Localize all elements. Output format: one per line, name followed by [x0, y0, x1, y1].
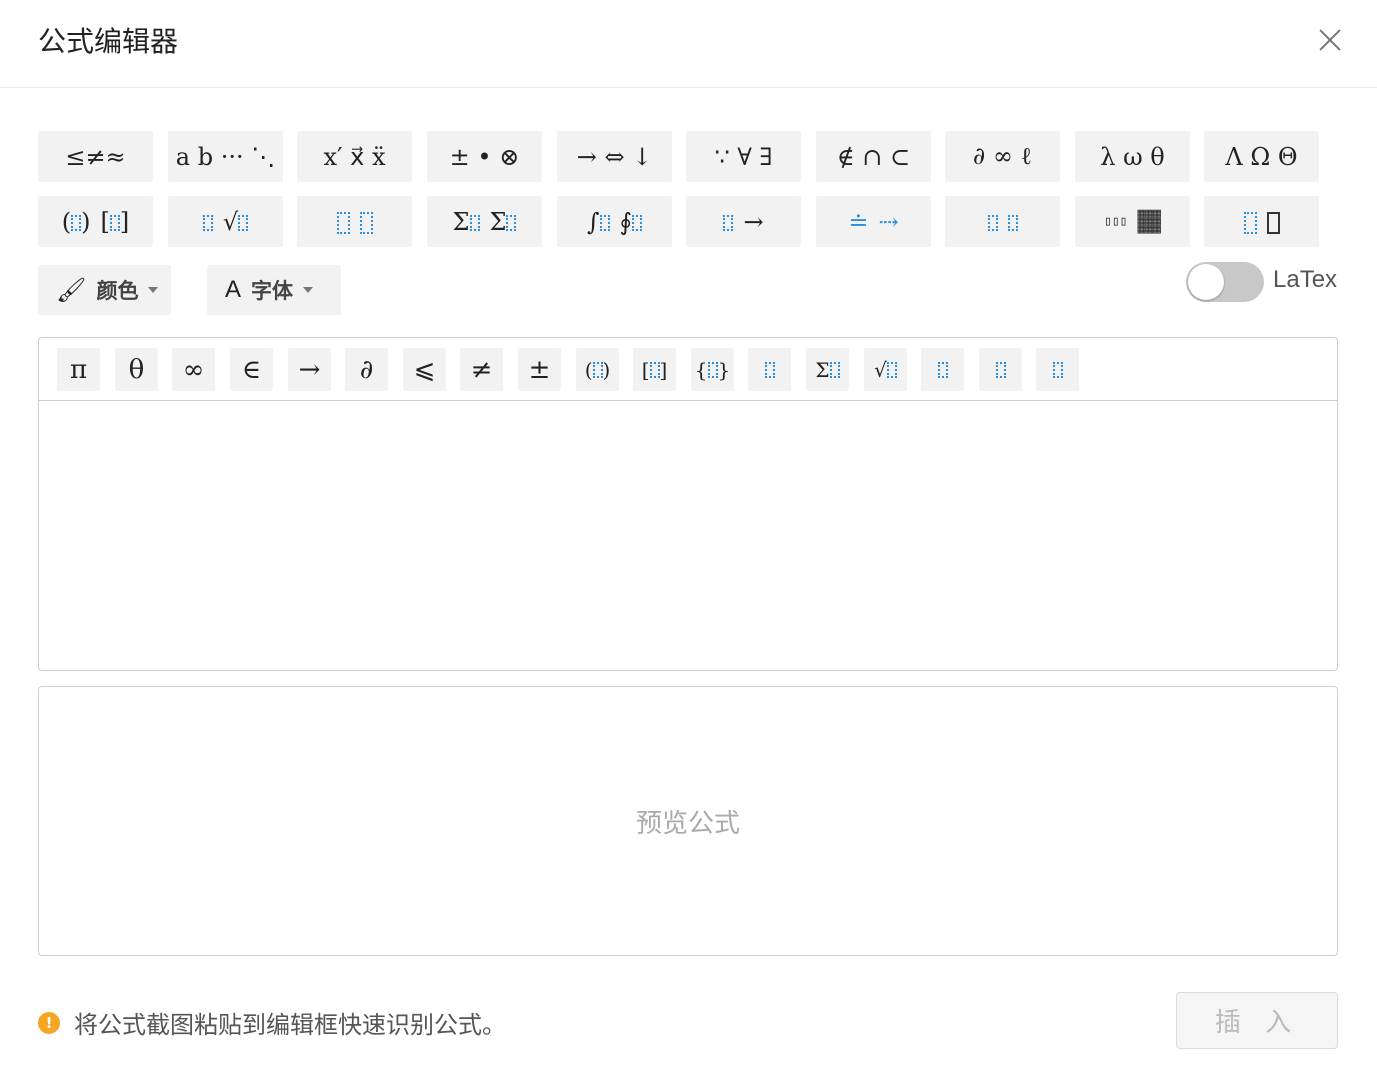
group-brackets[interactable]: () []	[38, 196, 153, 247]
group-fraction-root[interactable]: √	[168, 196, 283, 247]
sum-button[interactable]: Σ	[806, 348, 849, 391]
brush-icon: 🖌	[56, 276, 87, 304]
latex-toggle[interactable]	[1186, 262, 1264, 302]
group-relations-label: ≤≠≈	[65, 142, 126, 171]
pi-button[interactable]: π	[57, 348, 100, 391]
group-operators[interactable]: ± • ⊗	[427, 131, 542, 182]
color-dropdown-label: 颜色	[96, 279, 139, 303]
group-derivatives-label: x′ x⃗ ẍ	[323, 142, 386, 171]
paste-hint: ! 将公式截图粘贴到编辑框快速识别公式。	[38, 1005, 506, 1040]
integral-template-icon: ∫	[587, 208, 610, 236]
framed-box-icon	[1266, 208, 1280, 236]
group-greek-upper-label: Λ Ω Θ	[1225, 142, 1298, 171]
stacked-arrow-icon: ⇢	[878, 207, 899, 236]
subscript-button[interactable]	[979, 348, 1022, 391]
group-misc[interactable]: ∂ ∞ ℓ	[945, 131, 1060, 182]
toggle-knob	[1188, 264, 1224, 300]
group-relations[interactable]: ≤≠≈	[38, 131, 153, 182]
fraction-button[interactable]	[748, 348, 791, 391]
chevron-down-icon	[148, 287, 159, 293]
matrix-icon: ▦▦▦ ▦▦▦ ▦▦▦	[1137, 205, 1161, 237]
corner-box-icon	[1243, 208, 1257, 236]
group-sets-label: ∉ ∩ ⊂	[836, 142, 911, 171]
group-box[interactable]	[1204, 196, 1319, 247]
brace-button[interactable]: {}	[691, 348, 734, 391]
infinity-button[interactable]: ∞	[172, 348, 215, 391]
fraction-template-icon	[202, 208, 213, 236]
group-operators-label: ± • ⊗	[449, 142, 520, 171]
group-logic-label: ∵ ∀ ∃	[714, 142, 773, 171]
group-matrix[interactable]: ▯▯▯ ▦▦▦ ▦▦▦ ▦▦▦	[1075, 196, 1190, 247]
dialog-title: 公式编辑器	[38, 25, 179, 58]
sum-template-icon: Σ	[453, 208, 480, 236]
subsup-template-icon	[336, 208, 350, 236]
color-dropdown[interactable]: 🖌 颜色	[38, 265, 171, 315]
group-arrows[interactable]: → ⇔ ↓	[557, 131, 672, 182]
group-greek-lower[interactable]: λ ω θ	[1075, 131, 1190, 182]
group-accents-dots[interactable]: a b ··· ⋱	[168, 131, 283, 182]
group-derivatives[interactable]: x′ x⃗ ẍ	[297, 131, 412, 182]
group-logic[interactable]: ∵ ∀ ∃	[686, 131, 801, 182]
breve-template-icon	[1007, 208, 1018, 236]
group-sum[interactable]: Σ Σ	[427, 196, 542, 247]
element-of-button[interactable]: ∈	[230, 348, 273, 391]
stacked-equals-icon: ≐	[848, 207, 869, 236]
sqrt-button[interactable]: √	[864, 348, 907, 391]
group-under-over[interactable]	[945, 196, 1060, 247]
sqrt-template-icon: √	[223, 208, 249, 236]
paste-hint-text: 将公式截图粘贴到编辑框快速识别公式。	[74, 1011, 506, 1039]
editor-toolbar: π θ ∞ ∈ → ∂ ⩽ ≠ ± () [] {} Σ √	[39, 338, 1337, 401]
formula-input-area[interactable]	[39, 402, 1337, 670]
theta-button[interactable]: θ	[115, 348, 158, 391]
overline-template-icon	[723, 208, 734, 236]
group-integral[interactable]: ∫ ∮	[557, 196, 672, 247]
group-greek-upper[interactable]: Λ Ω Θ	[1204, 131, 1319, 182]
font-dropdown-label: 字体	[251, 279, 294, 303]
sum-limits-template-icon: Σ	[490, 208, 517, 236]
bar-template-icon	[987, 208, 998, 236]
insert-button[interactable]: 插 入	[1176, 992, 1338, 1049]
chevron-down-icon	[303, 287, 314, 293]
overunder-template-icon	[359, 208, 373, 236]
warning-icon: !	[38, 1011, 60, 1034]
subsup-button[interactable]	[1036, 348, 1079, 391]
vector-template-icon: →	[743, 207, 764, 236]
group-scripts[interactable]	[297, 196, 412, 247]
bracket-template-icon: []	[100, 207, 130, 236]
formula-preview: 预览公式	[38, 686, 1338, 956]
paren-template-icon: ()	[61, 207, 91, 236]
group-sets[interactable]: ∉ ∩ ⊂	[816, 131, 931, 182]
paren-button[interactable]: ()	[576, 348, 619, 391]
group-accents-dots-label: a b ··· ⋱	[175, 142, 276, 171]
formula-editor-dialog: 公式编辑器 ≤≠≈ a b ··· ⋱ x′ x⃗ ẍ ± • ⊗ → ⇔ ↓ …	[0, 0, 1377, 1091]
preview-placeholder: 预览公式	[635, 808, 740, 839]
formula-editor: π θ ∞ ∈ → ∂ ⩽ ≠ ± () [] {} Σ √	[38, 337, 1338, 671]
font-icon: A	[225, 276, 242, 303]
group-equals-arrow[interactable]: ≐ ⇢	[816, 196, 931, 247]
right-arrow-button[interactable]: →	[288, 348, 331, 391]
row-vector-icon: ▯▯▯	[1104, 214, 1128, 229]
partial-button[interactable]: ∂	[345, 348, 388, 391]
superscript-button[interactable]	[921, 348, 964, 391]
group-greek-lower-label: λ ω θ	[1100, 142, 1165, 171]
font-dropdown[interactable]: A 字体	[207, 265, 341, 315]
contour-integral-template-icon: ∮	[620, 208, 643, 236]
group-misc-label: ∂ ∞ ℓ	[972, 142, 1033, 170]
not-equal-button[interactable]: ≠	[460, 348, 503, 391]
bracket-button[interactable]: []	[633, 348, 676, 391]
group-over-arrow[interactable]: →	[686, 196, 801, 247]
latex-label: LaTex	[1273, 266, 1338, 293]
plus-minus-button[interactable]: ±	[518, 348, 561, 391]
less-equal-button[interactable]: ⩽	[403, 348, 446, 391]
close-icon[interactable]	[1312, 22, 1348, 58]
dialog-header: 公式编辑器	[0, 0, 1377, 88]
group-arrows-label: → ⇔ ↓	[576, 142, 653, 171]
